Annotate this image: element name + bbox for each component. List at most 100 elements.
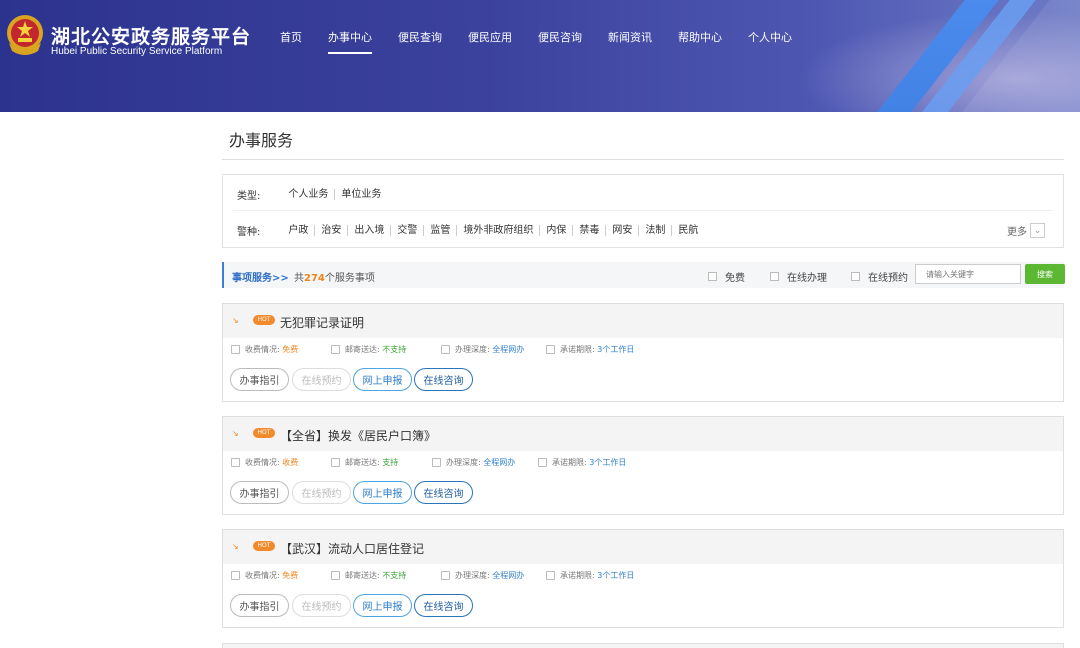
meta-depth: 办理深度: 全程网办	[432, 457, 515, 468]
hot-badge: HOT	[253, 315, 275, 325]
search-input[interactable]	[915, 264, 1021, 284]
filter-panel: 类型: 个人业务 单位业务 警种: 户政 治安 出入境 交警 监管 境外非政府组…	[222, 174, 1064, 248]
checkbox-icon[interactable]	[851, 272, 860, 281]
checkbox-label: 在线预约	[868, 273, 908, 284]
filter-option-police[interactable]: 户政	[282, 225, 314, 236]
search-button[interactable]: 搜索	[1025, 264, 1065, 284]
meta-label: 承诺期限:	[552, 458, 587, 467]
meta-limit: 承诺期限: 3个工作日	[546, 344, 634, 355]
filter-option-type[interactable]: 单位业务	[334, 189, 387, 200]
meta-label: 收费情况:	[245, 458, 280, 467]
hot-badge: HOT	[253, 541, 275, 551]
online-apply-button[interactable]: 网上申报	[353, 368, 412, 391]
nav-item-home[interactable]: 首页	[280, 31, 302, 45]
filter-checkbox-free[interactable]: 免费	[708, 269, 745, 284]
nav-item-news[interactable]: 新闻资讯	[608, 31, 652, 45]
online-consult-button[interactable]: 在线咨询	[414, 594, 473, 617]
meta-mail: 邮寄送达: 不支持	[331, 570, 406, 581]
calendar-icon	[546, 571, 555, 580]
meta-fee: 收费情况: 免费	[231, 344, 298, 355]
service-item-title[interactable]: 【全省】换发《居民户口簿》	[280, 427, 436, 444]
checkbox-icon[interactable]	[708, 272, 717, 281]
nav-item-personal[interactable]: 个人中心	[748, 31, 792, 45]
meta-value: 3个工作日	[589, 458, 627, 467]
appointment-button[interactable]: 在线预约	[292, 368, 351, 391]
meta-value: 全程网办	[492, 345, 525, 354]
site-title[interactable]: 湖北公安政务服务平台	[51, 22, 251, 49]
meta-mail: 邮寄送达: 支持	[331, 457, 398, 468]
main-nav: 首页 办事中心 便民查询 便民应用 便民咨询 新闻资讯 帮助中心 个人中心	[280, 31, 818, 54]
calendar-icon	[546, 345, 555, 354]
online-apply-button[interactable]: 网上申报	[353, 481, 412, 504]
meta-limit: 承诺期限: 3个工作日	[546, 570, 634, 581]
site-header: 湖北公安政务服务平台 Hubei Public Security Service…	[0, 0, 1080, 112]
double-arrow-icon: ↘	[232, 316, 239, 325]
filter-option-police[interactable]: 网安	[605, 225, 638, 236]
meta-value: 全程网办	[492, 571, 525, 580]
chevron-down-icon: ⌄	[1030, 223, 1045, 238]
appointment-button[interactable]: 在线预约	[292, 481, 351, 504]
meta-fee: 收费情况: 收费	[231, 457, 298, 468]
count-number: 274	[304, 273, 325, 284]
meta-label: 邮寄送达:	[345, 458, 380, 467]
filter-label-type: 类型:	[237, 191, 261, 202]
guide-button[interactable]: 办事指引	[230, 594, 289, 617]
service-item-card: ↘ HOT 【全省】换发《居民户口簿》 收费情况: 收费 邮寄送达: 支持 办理…	[222, 416, 1064, 515]
mail-icon	[331, 571, 340, 580]
double-arrow-icon: ↘	[232, 542, 239, 551]
nav-item-service-center[interactable]: 办事中心	[328, 31, 372, 54]
filter-option-police[interactable]: 治安	[314, 225, 347, 236]
appointment-button[interactable]: 在线预约	[292, 594, 351, 617]
fee-icon	[231, 571, 240, 580]
mail-icon	[331, 345, 340, 354]
checkbox-label: 免费	[725, 273, 745, 284]
filter-option-police[interactable]: 内保	[539, 225, 572, 236]
online-consult-button[interactable]: 在线咨询	[414, 368, 473, 391]
guide-button[interactable]: 办事指引	[230, 368, 289, 391]
meta-label: 办理深度:	[455, 571, 490, 580]
filter-row-type: 类型: 个人业务 单位业务	[237, 187, 387, 202]
meta-depth: 办理深度: 全程网办	[441, 344, 524, 355]
more-filters-button[interactable]: 更多 ⌄	[1007, 223, 1045, 238]
filter-option-police[interactable]: 出入境	[347, 225, 390, 236]
meta-depth: 办理深度: 全程网办	[441, 570, 524, 581]
hot-badge: HOT	[253, 428, 275, 438]
meta-value: 免费	[282, 571, 299, 580]
online-apply-button[interactable]: 网上申报	[353, 594, 412, 617]
meta-label: 承诺期限:	[560, 571, 595, 580]
more-label: 更多	[1007, 227, 1027, 238]
list-toolbar: 事项服务>> 共274个服务事项 免费 在线办理 在线预约 搜索	[222, 262, 1065, 288]
filter-option-police[interactable]: 监管	[423, 225, 456, 236]
guide-button[interactable]: 办事指引	[230, 481, 289, 504]
meta-value: 免费	[282, 345, 299, 354]
filter-row-police: 警种: 户政 治安 出入境 交警 监管 境外非政府组织 内保 禁毒 网安 法制 …	[237, 223, 704, 238]
filter-option-police[interactable]: 禁毒	[572, 225, 605, 236]
meta-label: 邮寄送达:	[345, 345, 380, 354]
filter-option-police[interactable]: 交警	[390, 225, 423, 236]
filter-option-police[interactable]: 境外非政府组织	[456, 225, 539, 236]
meta-label: 办理深度:	[455, 345, 490, 354]
nav-item-apps[interactable]: 便民应用	[468, 31, 512, 45]
fee-icon	[231, 458, 240, 467]
online-consult-button[interactable]: 在线咨询	[414, 481, 473, 504]
nav-item-query[interactable]: 便民查询	[398, 31, 442, 45]
meta-value: 收费	[282, 458, 299, 467]
nav-item-help[interactable]: 帮助中心	[678, 31, 722, 45]
meta-limit: 承诺期限: 3个工作日	[538, 457, 626, 468]
checkbox-icon[interactable]	[770, 272, 779, 281]
result-count: 共274个服务事项	[294, 269, 375, 284]
service-item-title[interactable]: 【武汉】流动人口居住登记	[280, 540, 424, 557]
filter-checkbox-appointment[interactable]: 在线预约	[851, 269, 908, 284]
list-section-title: 事项服务>>	[232, 273, 289, 284]
service-item-card-partial	[222, 643, 1064, 648]
meta-fee: 收费情况: 免费	[231, 570, 298, 581]
nav-item-consult[interactable]: 便民咨询	[538, 31, 582, 45]
filter-checkbox-online[interactable]: 在线办理	[770, 269, 827, 284]
police-emblem-icon[interactable]	[4, 13, 46, 57]
service-item-title[interactable]: 无犯罪记录证明	[280, 314, 364, 331]
filter-option-police[interactable]: 民航	[671, 225, 704, 236]
filter-label-police: 警种:	[237, 227, 261, 238]
meta-mail: 邮寄送达: 不支持	[331, 344, 406, 355]
filter-option-type[interactable]: 个人业务	[282, 189, 334, 200]
filter-option-police[interactable]: 法制	[638, 225, 671, 236]
